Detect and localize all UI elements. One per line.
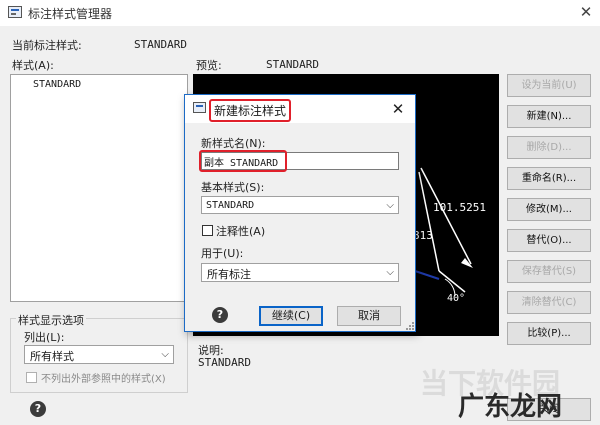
preview-dim-text: 101.5251 [433, 201, 486, 214]
chevron-down-icon: ⌵ [386, 267, 394, 278]
dialog-title-highlight: 新建标注样式 [209, 99, 292, 122]
set-current-button[interactable]: 设为当前(U) [507, 74, 591, 97]
list-label: 列出(L): [24, 331, 65, 344]
list-select-value: 所有样式 [30, 350, 74, 363]
window-title: 标注样式管理器 [28, 7, 113, 21]
dialog-close-icon[interactable]: ✕ [387, 99, 409, 119]
dialog-app-icon [193, 102, 206, 113]
modify-button[interactable]: 修改(M)... [507, 198, 591, 221]
new-style-dialog: 新建标注样式 ✕ 新样式名(N): 副本 STANDARD 基本样式(S): S… [184, 94, 416, 332]
dialog-help-icon[interactable]: ? [212, 307, 228, 323]
base-style-select[interactable]: STANDARD ⌵ [201, 196, 399, 214]
angle-leg [438, 270, 466, 293]
base-style-value: STANDARD [206, 200, 255, 211]
new-name-label: 新样式名(N): [201, 137, 266, 150]
cancel-button[interactable]: 取消 [337, 306, 401, 326]
display-options-label: 样式显示选项 [16, 312, 86, 328]
use-for-label: 用于(U): [201, 247, 244, 260]
styles-label: 样式(A): [12, 59, 54, 72]
styles-list[interactable]: STANDARD [10, 74, 188, 302]
annotative-label: 注释性(A) [216, 225, 266, 238]
save-override-button[interactable]: 保存替代(S) [507, 260, 591, 283]
use-for-value: 所有标注 [207, 268, 251, 281]
dimstyle-app-icon [8, 6, 22, 18]
resize-grip-icon[interactable] [405, 321, 415, 331]
current-style-value: STANDARD [134, 38, 187, 51]
clear-override-button[interactable]: 清除替代(C) [507, 291, 591, 314]
preview-label: 预览: [196, 59, 222, 72]
dialog-title: 新建标注样式 [214, 104, 287, 118]
preview-style-name: STANDARD [266, 58, 319, 71]
watermark-line2: 广东龙网 [458, 392, 563, 422]
window-titlebar: 标注样式管理器 ✕ [0, 0, 600, 26]
extension-line [418, 171, 440, 272]
new-button[interactable]: 新建(N)... [507, 105, 591, 128]
current-style-label: 当前标注样式: [12, 39, 82, 52]
new-name-highlight: 副本 STANDARD [199, 150, 287, 172]
delete-button[interactable]: 删除(D)... [507, 136, 591, 159]
chevron-down-icon: ⌵ [386, 200, 394, 211]
new-name-value: 副本 STANDARD [204, 158, 279, 169]
override-button[interactable]: 替代(O)... [507, 229, 591, 252]
exclude-xref-checkbox[interactable] [26, 372, 37, 383]
description-value: STANDARD [198, 356, 251, 369]
compare-button[interactable]: 比较(P)... [507, 322, 591, 345]
window-close-icon[interactable]: ✕ [576, 2, 596, 22]
help-icon[interactable]: ? [30, 401, 46, 417]
chevron-down-icon: ⌵ [161, 349, 169, 360]
styles-list-item[interactable]: STANDARD [33, 79, 81, 90]
base-style-label: 基本样式(S): [201, 181, 265, 194]
dialog-titlebar: 新建标注样式 ✕ [185, 95, 415, 123]
use-for-select[interactable]: 所有标注 ⌵ [201, 263, 399, 282]
exclude-xref-label: 不列出外部参照中的样式(X) [41, 374, 166, 385]
rename-button[interactable]: 重命名(R)... [507, 167, 591, 190]
annotative-checkbox[interactable] [202, 225, 213, 236]
list-select[interactable]: 所有样式 ⌵ [24, 345, 174, 364]
continue-button[interactable]: 继续(C) [259, 306, 323, 326]
preview-angle-text: 40° [447, 293, 466, 304]
